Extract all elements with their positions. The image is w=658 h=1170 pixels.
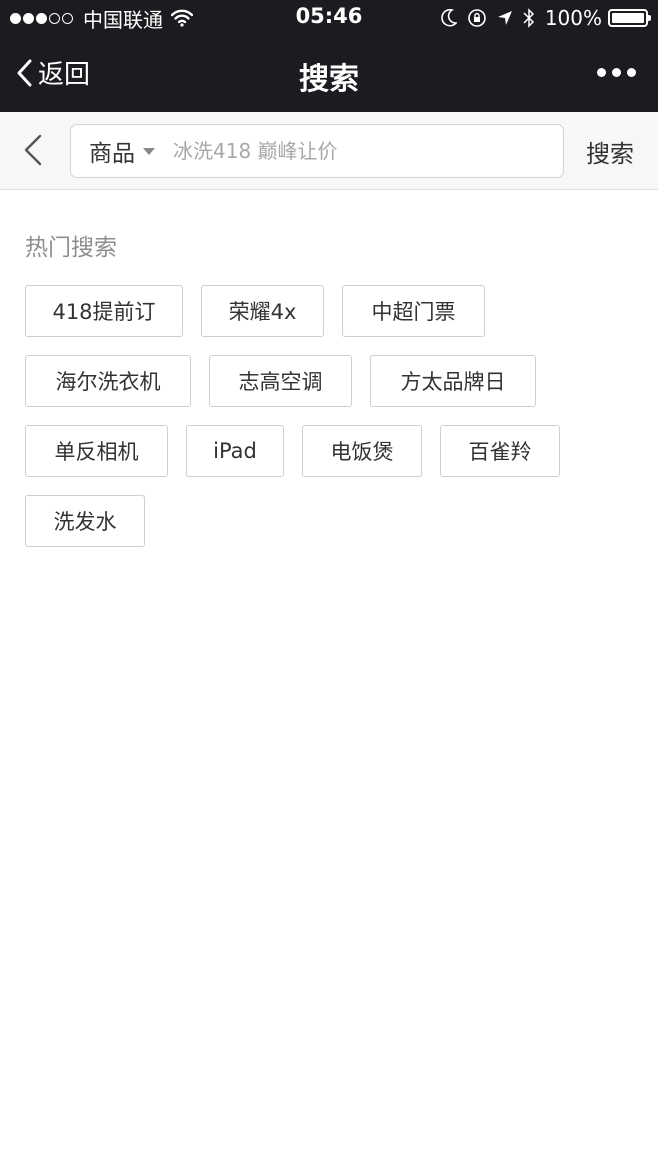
nav-bar: 返回 搜索 [0, 40, 658, 108]
category-dropdown[interactable]: 商品 [89, 134, 155, 168]
hot-search-tag[interactable]: 百雀羚 [440, 425, 560, 477]
hot-search-tags: 418提前订 荣耀4x 中超门票 海尔洗衣机 志高空调 方太品牌日 单反相机 i… [25, 285, 645, 565]
status-right: 100% [431, 5, 651, 31]
caret-down-icon [143, 147, 155, 155]
hot-search-tag[interactable]: 荣耀4x [201, 285, 324, 337]
page-title: 搜索 [299, 62, 359, 97]
moon-icon [441, 9, 457, 27]
hot-search-tag[interactable]: 418提前订 [25, 285, 183, 337]
search-back-button[interactable] [20, 132, 50, 168]
tag-row: 单反相机 iPad 电饭煲 百雀羚 [25, 425, 645, 477]
tag-row: 418提前订 荣耀4x 中超门票 [25, 285, 645, 337]
top-bar: 中国联通 05:46 100% 返回 搜索 [0, 0, 658, 112]
search-submit-button[interactable]: 搜索 [586, 134, 634, 169]
hot-search-tag[interactable]: 方太品牌日 [370, 355, 536, 407]
battery-icon [608, 9, 651, 27]
hot-search-tag[interactable]: 中超门票 [342, 285, 485, 337]
location-arrow-icon [497, 10, 513, 26]
tag-row: 海尔洗衣机 志高空调 方太品牌日 [25, 355, 645, 407]
rotation-lock-icon [467, 8, 487, 28]
search-box: 商品 [70, 124, 564, 178]
category-label: 商品 [89, 141, 135, 167]
hot-search-tag[interactable]: 洗发水 [25, 495, 145, 547]
hot-search-tag[interactable]: 电饭煲 [302, 425, 422, 477]
search-input[interactable] [173, 139, 533, 163]
bluetooth-icon [523, 8, 535, 28]
hot-search-tag[interactable]: 志高空调 [209, 355, 352, 407]
battery-percent: 100% [544, 6, 602, 30]
hot-search-tag[interactable]: iPad [186, 425, 284, 477]
chevron-left-icon [24, 134, 42, 166]
more-icon[interactable] [591, 68, 636, 77]
hot-search-tag[interactable]: 单反相机 [25, 425, 168, 477]
search-bar: 商品 搜索 [0, 112, 658, 190]
hot-search-tag[interactable]: 海尔洗衣机 [25, 355, 191, 407]
tag-row: 洗发水 [25, 495, 645, 547]
hot-search-title: 热门搜索 [25, 235, 117, 261]
status-bar: 中国联通 05:46 100% [0, 0, 658, 36]
